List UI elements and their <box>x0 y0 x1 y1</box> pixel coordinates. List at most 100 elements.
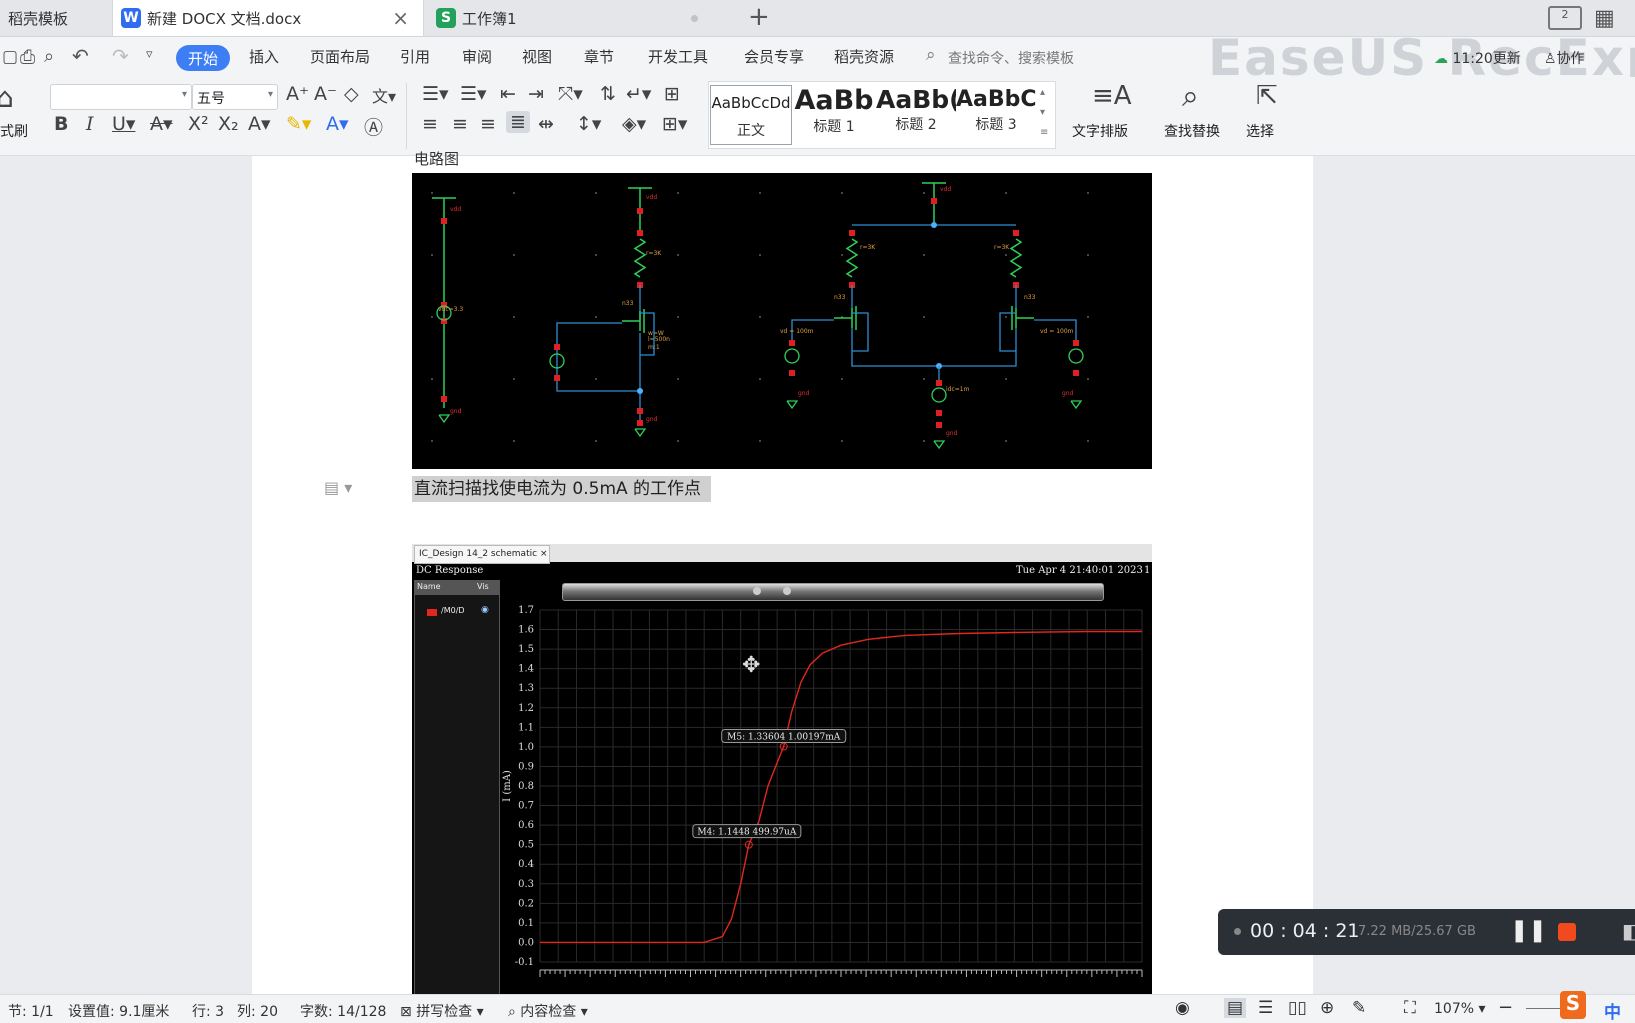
format-painter-icon[interactable]: ⌂ <box>0 81 14 114</box>
page-view-icon[interactable]: ▤ <box>1224 998 1247 1018</box>
menu-insert[interactable]: 插入 <box>249 46 279 67</box>
find-replace-button[interactable]: 查找替换 <box>1164 121 1220 141</box>
quick-access-dropdown-icon[interactable]: ▿ <box>146 47 153 62</box>
menu-developer[interactable]: 开发工具 <box>648 46 708 67</box>
chinese-layout-icon[interactable]: ⤧▾ <box>558 83 583 105</box>
eye-visibility-icon[interactable]: ◉ <box>481 605 489 615</box>
redo-icon[interactable]: ↷ <box>112 44 129 68</box>
tab-docx-document[interactable]: W 新建 DOCX 文档.docx × <box>112 0 424 36</box>
menu-member[interactable]: 会员专享 <box>744 46 804 67</box>
selected-paragraph[interactable]: 直流扫描找使电流为 0.5mA 的工作点 <box>412 476 712 502</box>
waveform-screenshot[interactable]: IC_Design 14_2 schematic × DC Response T… <box>412 544 1152 994</box>
char-border-icon[interactable]: Ⓐ <box>364 113 383 140</box>
menu-references[interactable]: 引用 <box>400 46 430 67</box>
web-view-icon[interactable]: ⊕ <box>1320 998 1334 1018</box>
format-painter-label[interactable]: 式刷 <box>0 121 28 141</box>
strikethrough-icon[interactable]: A▾ <box>150 113 173 135</box>
word-count[interactable]: 字数: 14/128 <box>300 1001 386 1021</box>
schematic-image[interactable]: vdd vdc=3.3 gnd vdd r=3K n33 w=W l=500n m:1 gnd vd… <box>412 173 1152 469</box>
series-name[interactable]: /M0/D <box>441 606 465 615</box>
print-icon[interactable]: ⎙ <box>20 46 35 68</box>
write-mode-icon[interactable]: ✎ <box>1352 998 1366 1018</box>
text-layout-button[interactable]: 文字排版 <box>1072 121 1128 141</box>
outline-view-icon[interactable]: ☰ <box>1258 998 1273 1018</box>
spell-check-button[interactable]: ⊠ 拼写检查 ▾ <box>400 1001 484 1021</box>
text-effect-icon[interactable]: A▾ <box>248 113 271 135</box>
menu-review[interactable]: 审阅 <box>462 46 492 67</box>
distributed-icon[interactable]: ⇹ <box>538 113 554 135</box>
menu-chapter[interactable]: 章节 <box>584 46 614 67</box>
select-cursor-icon[interactable]: ⇱ <box>1256 81 1278 111</box>
content-check-button[interactable]: ⌕ 内容检查 ▾ <box>508 1001 588 1021</box>
sogou-ime-icon[interactable]: S <box>1560 991 1586 1019</box>
zoom-handle-left[interactable] <box>753 587 761 595</box>
style-heading-3[interactable]: AaBbC( 标题 3 <box>956 85 1036 143</box>
cloud-sync-status[interactable]: ☁ 11:20更新 <box>1434 48 1521 68</box>
style-normal[interactable]: AaBbCcDd 正文 <box>710 85 792 145</box>
document-page[interactable]: 电路图 vdd vdc=3.3 gnd vdd r=3K n33 w=W l=500n m:1 g… <box>252 150 1313 994</box>
grow-font-icon[interactable]: A⁺ <box>286 83 309 105</box>
new-tab-plus-icon[interactable]: + <box>748 2 770 32</box>
paragraph-handle-icon[interactable]: ▤ ▾ <box>324 478 352 497</box>
style-gallery-scroll-icon[interactable]: ▴ ▾ ≡ <box>1040 83 1048 143</box>
italic-icon[interactable]: I <box>86 113 94 135</box>
clear-format-icon[interactable]: ◇ <box>344 83 359 105</box>
setting-value[interactable]: 设置值: 9.1厘米 <box>68 1001 169 1021</box>
eye-protection-icon[interactable]: ◉ <box>1175 998 1190 1018</box>
tab-workbook[interactable]: S 工作簿1 <box>428 0 738 36</box>
justify-icon[interactable]: ≣ <box>506 111 530 133</box>
text-layout-icon[interactable]: ≡A <box>1092 81 1132 111</box>
zoom-handle-right[interactable] <box>783 587 791 595</box>
numbered-list-icon[interactable]: ☰▾ <box>460 83 487 105</box>
select-button[interactable]: 选择 <box>1246 121 1274 141</box>
font-name-select[interactable]: ▾ <box>50 84 192 110</box>
align-right-icon[interactable]: ≡ <box>480 113 496 135</box>
increase-indent-icon[interactable]: ⇥ <box>528 83 544 105</box>
bullet-list-icon[interactable]: ☰▾ <box>422 83 449 105</box>
zoom-slider[interactable] <box>1526 1008 1562 1009</box>
command-search-input[interactable]: 查找命令、搜索模板 <box>948 48 1074 68</box>
apps-grid-icon[interactable]: ▦ <box>1594 6 1615 31</box>
font-size-select[interactable]: 五号 ▾ <box>192 84 278 110</box>
window-layout-icon[interactable]: 2 <box>1548 6 1582 30</box>
menu-icon[interactable]: ▢ <box>2 47 18 67</box>
close-icon[interactable]: × <box>392 6 409 30</box>
align-center-icon[interactable]: ≡ <box>452 113 468 135</box>
line-spacing-icon[interactable]: ↕▾ <box>576 113 601 135</box>
style-heading-1[interactable]: AaBb 标题 1 <box>794 85 874 143</box>
pinyin-guide-icon[interactable]: 文▾ <box>372 83 396 107</box>
subscript-icon[interactable]: X₂ <box>218 113 239 135</box>
font-color-icon[interactable]: A▾ <box>326 113 349 135</box>
shrink-font-icon[interactable]: A⁻ <box>314 83 337 105</box>
pause-button[interactable]: ❚❚ <box>1510 918 1547 943</box>
highlight-icon[interactable]: ✎▾ <box>286 113 311 135</box>
show-marks-icon[interactable]: ↵▾ <box>626 83 651 105</box>
sort-icon[interactable]: ⇅ <box>600 83 616 105</box>
zoom-level[interactable]: 107% ▾ <box>1434 1001 1486 1017</box>
collaborate-button[interactable]: ♙协作 <box>1544 48 1585 68</box>
x-zoom-scrollbar[interactable] <box>562 583 1104 601</box>
waveform-window-tab[interactable]: IC_Design 14_2 schematic × <box>414 545 550 564</box>
menu-docer-resources[interactable]: 稻壳资源 <box>834 46 894 67</box>
fit-page-icon[interactable]: ⛶ <box>1404 998 1416 1018</box>
close-icon[interactable]: × <box>540 549 548 559</box>
bold-icon[interactable]: B <box>54 113 68 135</box>
camera-icon[interactable]: ◧ <box>1622 919 1635 943</box>
reading-view-icon[interactable]: ▯▯ <box>1288 998 1307 1018</box>
dc-response-plot[interactable]: 1.7 1.6 1.5 1.4 1.3 1.2 1.1 1.0 0.9 0.8 0.7 0.6 0.5 0… <box>500 600 1152 994</box>
shading-icon[interactable]: ◈▾ <box>622 113 646 135</box>
zoom-out-icon[interactable]: − <box>1498 997 1513 1018</box>
tab-home[interactable]: 开始 <box>176 45 230 71</box>
undo-icon[interactable]: ↶ <box>72 44 89 68</box>
align-left-icon[interactable]: ≡ <box>422 113 438 135</box>
stop-button[interactable] <box>1558 923 1576 941</box>
tabs-icon[interactable]: ⊞ <box>664 83 680 105</box>
underline-icon[interactable]: U▾ <box>112 113 135 135</box>
print-preview-icon[interactable]: ⌕ <box>44 46 54 67</box>
ime-mode[interactable]: 中 <box>1604 998 1621 1023</box>
superscript-icon[interactable]: X² <box>188 113 209 135</box>
style-heading-2[interactable]: AaBb( 标题 2 <box>876 85 956 143</box>
borders-icon[interactable]: ⊞▾ <box>662 113 687 135</box>
section-indicator[interactable]: 节: 1/1 <box>8 1001 54 1021</box>
tab-docer-templates[interactable]: 稻壳模板 <box>0 0 110 36</box>
